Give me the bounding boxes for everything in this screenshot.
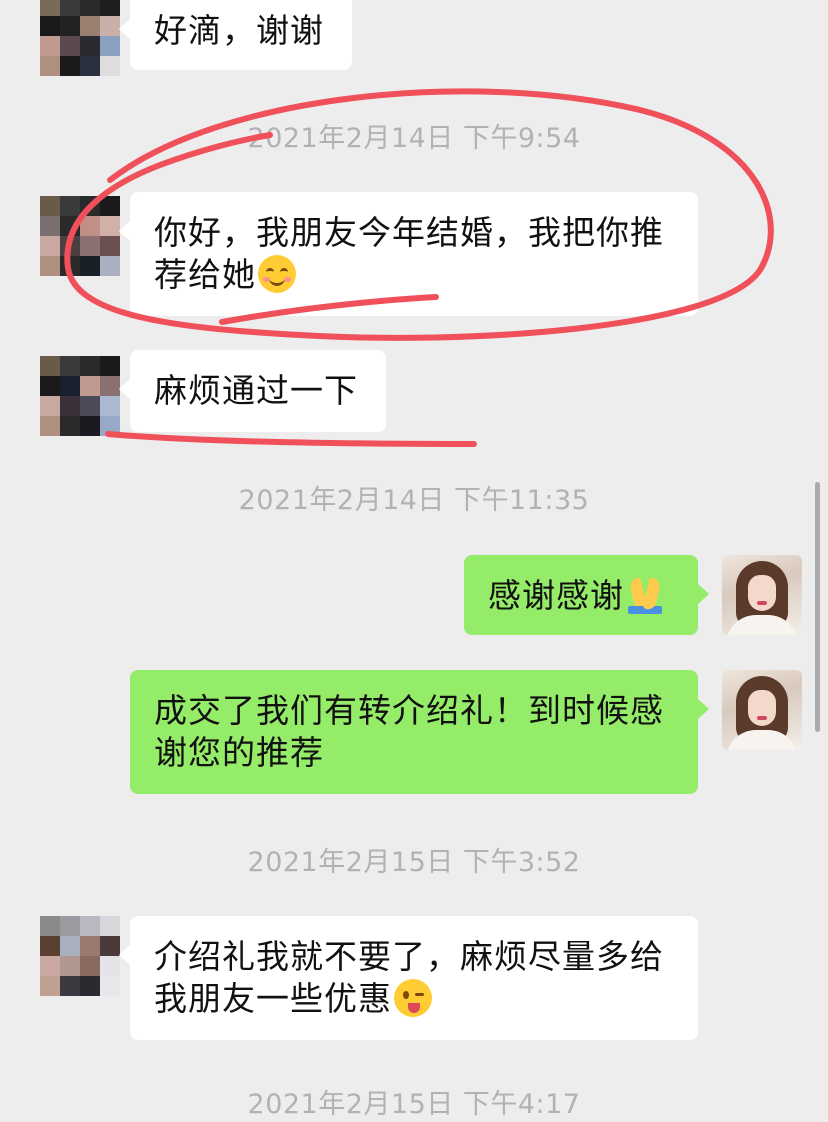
timestamp: 2021年2月14日 下午11:35 — [238, 485, 590, 516]
contact-avatar[interactable] — [40, 196, 120, 276]
message-text: 感谢感谢 — [488, 576, 624, 615]
self-avatar[interactable] — [722, 670, 802, 750]
red-underline-annotation — [105, 431, 477, 447]
timestamp: 2021年2月15日 下午4:17 — [247, 1089, 581, 1120]
self-avatar[interactable] — [722, 555, 802, 635]
message-bubble-outgoing[interactable]: 成交了我们有转介绍礼！到时候感谢您的推荐 — [130, 670, 709, 794]
scrollbar[interactable] — [815, 482, 820, 732]
message-text: 你好，我朋友今年结婚，我把你推荐给她 — [154, 213, 664, 294]
winking-tongue-face-icon — [394, 979, 432, 1017]
message-bubble-outgoing[interactable]: 感谢感谢 — [464, 555, 709, 635]
message-text: 好滴，谢谢 — [154, 11, 324, 50]
folded-hands-icon — [626, 576, 664, 614]
contact-avatar[interactable] — [40, 356, 120, 436]
contact-avatar[interactable] — [40, 0, 120, 76]
smiling-face-icon — [258, 255, 296, 293]
message-text: 麻烦通过一下 — [154, 371, 358, 410]
message-bubble-incoming[interactable]: 你好，我朋友今年结婚，我把你推荐给她 — [119, 192, 698, 316]
timestamp: 2021年2月14日 下午9:54 — [247, 123, 581, 154]
contact-avatar[interactable] — [40, 916, 120, 996]
message-bubble-incoming[interactable]: 介绍礼我就不要了，麻烦尽量多给我朋友一些优惠 — [119, 916, 698, 1040]
message-text: 成交了我们有转介绍礼！到时候感谢您的推荐 — [154, 691, 664, 772]
message-bubble-incoming[interactable]: 麻烦通过一下 — [119, 350, 386, 432]
message-bubble-incoming[interactable]: 好滴，谢谢 — [119, 0, 352, 70]
timestamp: 2021年2月15日 下午3:52 — [247, 847, 581, 878]
